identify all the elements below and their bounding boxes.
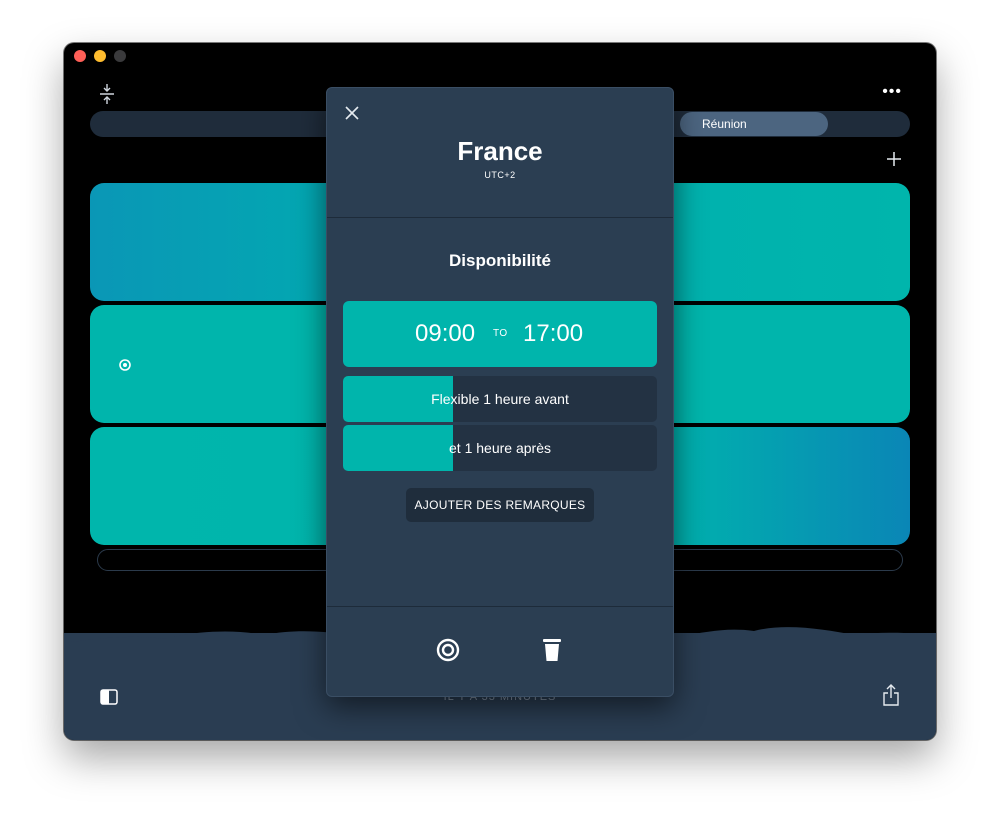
zoom-window-button[interactable]	[114, 50, 126, 62]
compress-icon[interactable]	[98, 83, 116, 105]
target-icon	[119, 359, 131, 371]
sidebar-icon[interactable]	[100, 689, 118, 705]
flexible-before-label: Flexible 1 heure avant	[431, 391, 569, 407]
tab-reunion[interactable]: Réunion	[680, 112, 828, 136]
plus-icon[interactable]	[886, 151, 902, 167]
flexible-after-slider[interactable]: et 1 heure après	[343, 425, 657, 471]
time-range-control[interactable]: 09:00 TO 17:00	[343, 301, 657, 367]
time-until[interactable]: 17:00	[523, 320, 583, 348]
share-icon[interactable]	[882, 683, 900, 707]
utc-offset: UTC+2	[484, 170, 516, 180]
close-window-button[interactable]	[74, 50, 86, 62]
flexible-after-label: et 1 heure après	[449, 440, 551, 456]
time-separator: TO	[493, 328, 508, 339]
availability-popover: France UTC+2 Disponibilité 09:00 TO 17:0…	[326, 87, 674, 697]
section-title: Disponibilité	[449, 251, 551, 270]
divider	[327, 217, 673, 218]
target-icon[interactable]	[436, 638, 460, 662]
add-notes-button[interactable]: AJOUTER DES REMARQUES	[406, 488, 594, 522]
close-icon[interactable]	[344, 105, 360, 121]
trash-icon[interactable]	[542, 637, 562, 663]
more-icon[interactable]: •••	[882, 84, 902, 100]
time-from[interactable]: 09:00	[415, 320, 475, 348]
flexible-before-slider[interactable]: Flexible 1 heure avant	[343, 376, 657, 422]
minimize-window-button[interactable]	[94, 50, 106, 62]
divider	[327, 606, 673, 607]
country-title: France	[457, 136, 543, 166]
